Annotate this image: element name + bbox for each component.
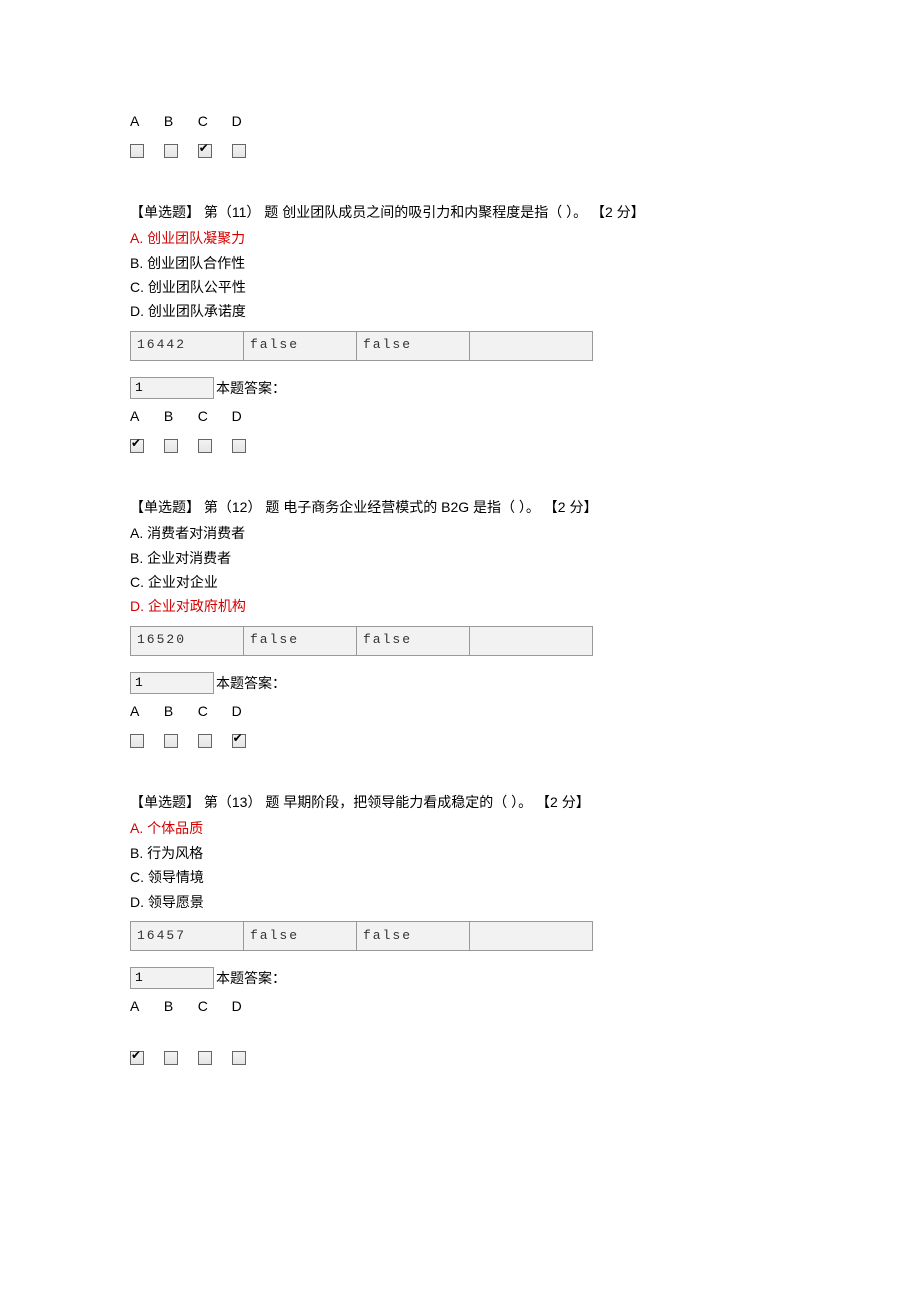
label-B: B: [164, 110, 194, 132]
meta-cell-2[interactable]: false: [244, 626, 357, 655]
option-A: A. 个体品质: [130, 817, 790, 839]
checkbox-C[interactable]: [198, 1051, 212, 1065]
option-C: C. 领导情境: [130, 866, 790, 888]
checkbox-C[interactable]: [198, 734, 212, 748]
answer-input-row: 1本题答案：: [130, 377, 790, 399]
question-title: 【单选题】 第（11） 题 创业团队成员之间的吸引力和内聚程度是指（ ）。 【2…: [130, 201, 790, 223]
label-C: C: [198, 110, 228, 132]
option-C: C. 创业团队公平性: [130, 276, 790, 298]
meta-cell-1[interactable]: 16457: [131, 921, 244, 950]
label-A: A: [130, 995, 160, 1017]
answer-label: 本题答案：: [216, 380, 286, 396]
checkbox-C[interactable]: [198, 439, 212, 453]
question-13: 【单选题】 第（13） 题 早期阶段，把领导能力看成稳定的（ ）。 【2 分】 …: [130, 791, 790, 1068]
options-list: A. 创业团队凝聚力 B. 创业团队合作性 C. 创业团队公平性 D. 创业团队…: [130, 227, 790, 323]
checkbox-A[interactable]: [130, 1051, 144, 1065]
question-11: 【单选题】 第（11） 题 创业团队成员之间的吸引力和内聚程度是指（ ）。 【2…: [130, 201, 790, 456]
label-B: B: [164, 995, 194, 1017]
meta-cell-4[interactable]: [470, 331, 593, 360]
meta-cell-3[interactable]: false: [357, 921, 470, 950]
answer-input-row: 1本题答案：: [130, 967, 790, 989]
checkbox-A[interactable]: [130, 439, 144, 453]
answer-labels-row: A B C D: [130, 110, 790, 132]
checkbox-D[interactable]: [232, 144, 246, 158]
answer-labels-row: A B C D: [130, 700, 790, 722]
option-A: A. 创业团队凝聚力: [130, 227, 790, 249]
label-B: B: [164, 405, 194, 427]
label-D: D: [232, 995, 262, 1017]
option-B: B. 行为风格: [130, 842, 790, 864]
meta-cell-3[interactable]: false: [357, 331, 470, 360]
label-C: C: [198, 405, 228, 427]
label-D: D: [232, 700, 262, 722]
meta-cell-4[interactable]: [470, 921, 593, 950]
question-12: 【单选题】 第（12） 题 电子商务企业经营模式的 B2G 是指（ ）。 【2 …: [130, 496, 790, 751]
checkbox-B[interactable]: [164, 1051, 178, 1065]
checkbox-C[interactable]: [198, 144, 212, 158]
option-A: A. 消费者对消费者: [130, 522, 790, 544]
checkbox-B[interactable]: [164, 144, 178, 158]
label-D: D: [232, 405, 262, 427]
meta-cell-1[interactable]: 16442: [131, 331, 244, 360]
checkbox-D[interactable]: [232, 734, 246, 748]
label-A: A: [130, 405, 160, 427]
options-list: A. 个体品质 B. 行为风格 C. 领导情境 D. 领导愿景: [130, 817, 790, 913]
checkbox-B[interactable]: [164, 439, 178, 453]
question-title: 【单选题】 第（13） 题 早期阶段，把领导能力看成稳定的（ ）。 【2 分】: [130, 791, 790, 813]
option-B: B. 创业团队合作性: [130, 252, 790, 274]
label-A: A: [130, 700, 160, 722]
meta-cell-1[interactable]: 16520: [131, 626, 244, 655]
label-A: A: [130, 110, 160, 132]
label-D: D: [232, 110, 262, 132]
label-C: C: [198, 700, 228, 722]
meta-table: 16442 false false: [130, 331, 593, 361]
question-title: 【单选题】 第（12） 题 电子商务企业经营模式的 B2G 是指（ ）。 【2 …: [130, 496, 790, 518]
answer-label: 本题答案：: [216, 675, 286, 691]
meta-table: 16457 false false: [130, 921, 593, 951]
answer-num-input[interactable]: 1: [130, 967, 214, 989]
option-B: B. 企业对消费者: [130, 547, 790, 569]
answer-checks-row: [130, 434, 790, 456]
answer-checks-row: [130, 1046, 790, 1068]
option-C: C. 企业对企业: [130, 571, 790, 593]
answer-checks-row: [130, 729, 790, 751]
answer-labels-row: A B C D: [130, 405, 790, 427]
answer-labels-row: A B C D: [130, 995, 790, 1017]
option-D: D. 企业对政府机构: [130, 595, 790, 617]
prev-question-answer-block: A B C D: [130, 110, 790, 161]
label-B: B: [164, 700, 194, 722]
checkbox-B[interactable]: [164, 734, 178, 748]
option-D: D. 创业团队承诺度: [130, 300, 790, 322]
checkbox-A[interactable]: [130, 734, 144, 748]
meta-cell-2[interactable]: false: [244, 331, 357, 360]
answer-checks-row: [130, 138, 790, 160]
label-C: C: [198, 995, 228, 1017]
meta-table: 16520 false false: [130, 626, 593, 656]
options-list: A. 消费者对消费者 B. 企业对消费者 C. 企业对企业 D. 企业对政府机构: [130, 522, 790, 618]
answer-label: 本题答案：: [216, 970, 286, 986]
answer-num-input[interactable]: 1: [130, 377, 214, 399]
meta-cell-4[interactable]: [470, 626, 593, 655]
meta-cell-3[interactable]: false: [357, 626, 470, 655]
checkbox-D[interactable]: [232, 439, 246, 453]
answer-num-input[interactable]: 1: [130, 672, 214, 694]
meta-cell-2[interactable]: false: [244, 921, 357, 950]
option-D: D. 领导愿景: [130, 891, 790, 913]
answer-input-row: 1本题答案：: [130, 672, 790, 694]
checkbox-A[interactable]: [130, 144, 144, 158]
checkbox-D[interactable]: [232, 1051, 246, 1065]
